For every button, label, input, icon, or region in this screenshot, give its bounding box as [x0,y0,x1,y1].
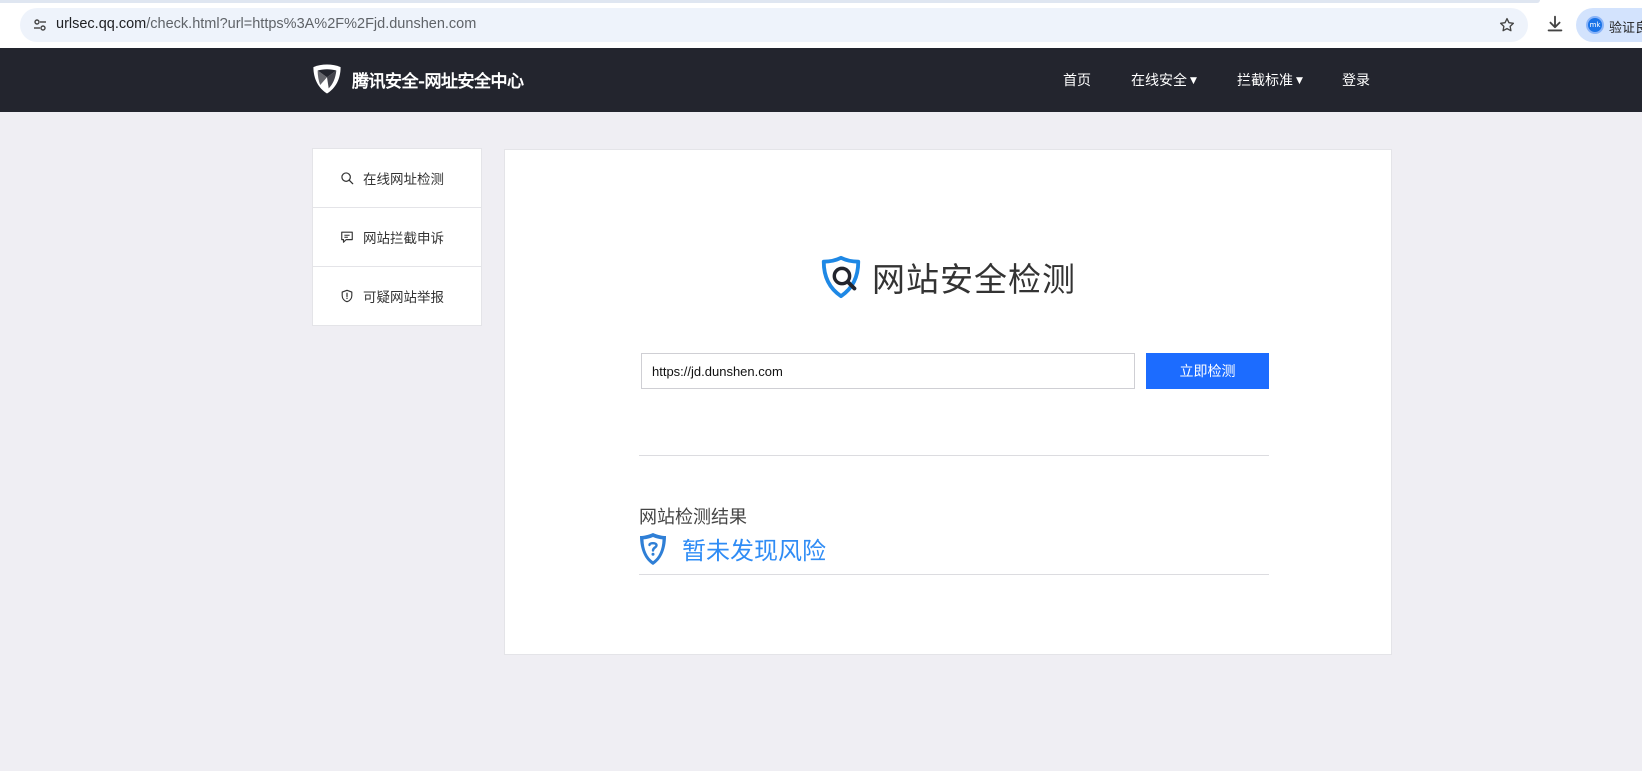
result-status-text: 暂未发现风险 [682,537,826,565]
dropdown-caret-icon: ▼ [1190,76,1197,86]
dropdown-caret-icon: ▼ [1296,76,1303,86]
nav-login-label: 登录 [1342,73,1370,89]
nav-home[interactable]: 首页 [1063,70,1091,90]
sidebar-item-report[interactable]: 可疑网站举报 [313,267,481,325]
bookmark-star-icon[interactable] [1498,16,1516,34]
nav-home-label: 首页 [1063,73,1091,89]
sidebar: 在线网址检测 网站拦截申诉 可疑网站举报 [312,148,482,326]
shield-search-icon [821,255,861,299]
download-icon[interactable] [1544,13,1566,35]
nav-block-standard[interactable]: 拦截标准 ▼ [1237,70,1303,90]
url-path: /check.html?url=https%3A%2F%2Fjd.dunshen… [146,16,477,32]
site-settings-icon[interactable] [32,17,48,33]
nav-login[interactable]: 登录 [1342,70,1370,90]
sidebar-item-label: 网站拦截申诉 [363,231,444,247]
result-section-title: 网站检测结果 [639,507,747,528]
tab-strip-edge [0,0,1540,3]
profile-button[interactable]: mk 验证良 [1576,8,1642,42]
browser-toolbar: urlsec.qq.com/check.html?url=https%3A%2F… [0,0,1642,48]
nav-block-standard-label: 拦截标准 [1237,73,1293,89]
profile-avatar: mk [1586,16,1604,34]
sidebar-item-appeal[interactable]: 网站拦截申诉 [313,208,481,267]
url-host: urlsec.qq.com [56,16,147,32]
nav-online-security[interactable]: 在线安全 ▼ [1131,70,1197,90]
url-input[interactable] [641,353,1135,389]
main-nav: 首页 在线安全 ▼ 拦截标准 ▼ 登录 [0,70,1642,90]
divider-bottom [639,574,1269,575]
check-now-button[interactable]: 立即检测 [1146,353,1269,389]
shield-alert-icon [341,289,353,303]
sidebar-item-url-check[interactable]: 在线网址检测 [313,149,481,208]
site-header: 腾讯安全-网址安全中心 首页 在线安全 ▼ 拦截标准 ▼ 登录 [0,48,1642,112]
result-status-row: 暂未发现风险 [639,531,826,566]
check-panel: 网站安全检测 立即检测 网站检测结果 暂未发现风险 [504,149,1392,655]
url-text[interactable]: urlsec.qq.com/check.html?url=https%3A%2F… [56,16,476,32]
page-title: 网站安全检测 [872,260,1076,299]
shield-question-icon [640,532,666,565]
search-icon [341,172,354,185]
sidebar-item-label: 在线网址检测 [363,172,444,188]
sidebar-item-label: 可疑网站举报 [363,290,444,306]
page-title-row: 网站安全检测 [818,253,1076,301]
comment-icon [341,231,353,243]
address-bar[interactable]: urlsec.qq.com/check.html?url=https%3A%2F… [20,8,1528,42]
divider-top [639,455,1269,456]
profile-label: 验证良 [1609,21,1642,36]
nav-online-security-label: 在线安全 [1131,73,1187,89]
